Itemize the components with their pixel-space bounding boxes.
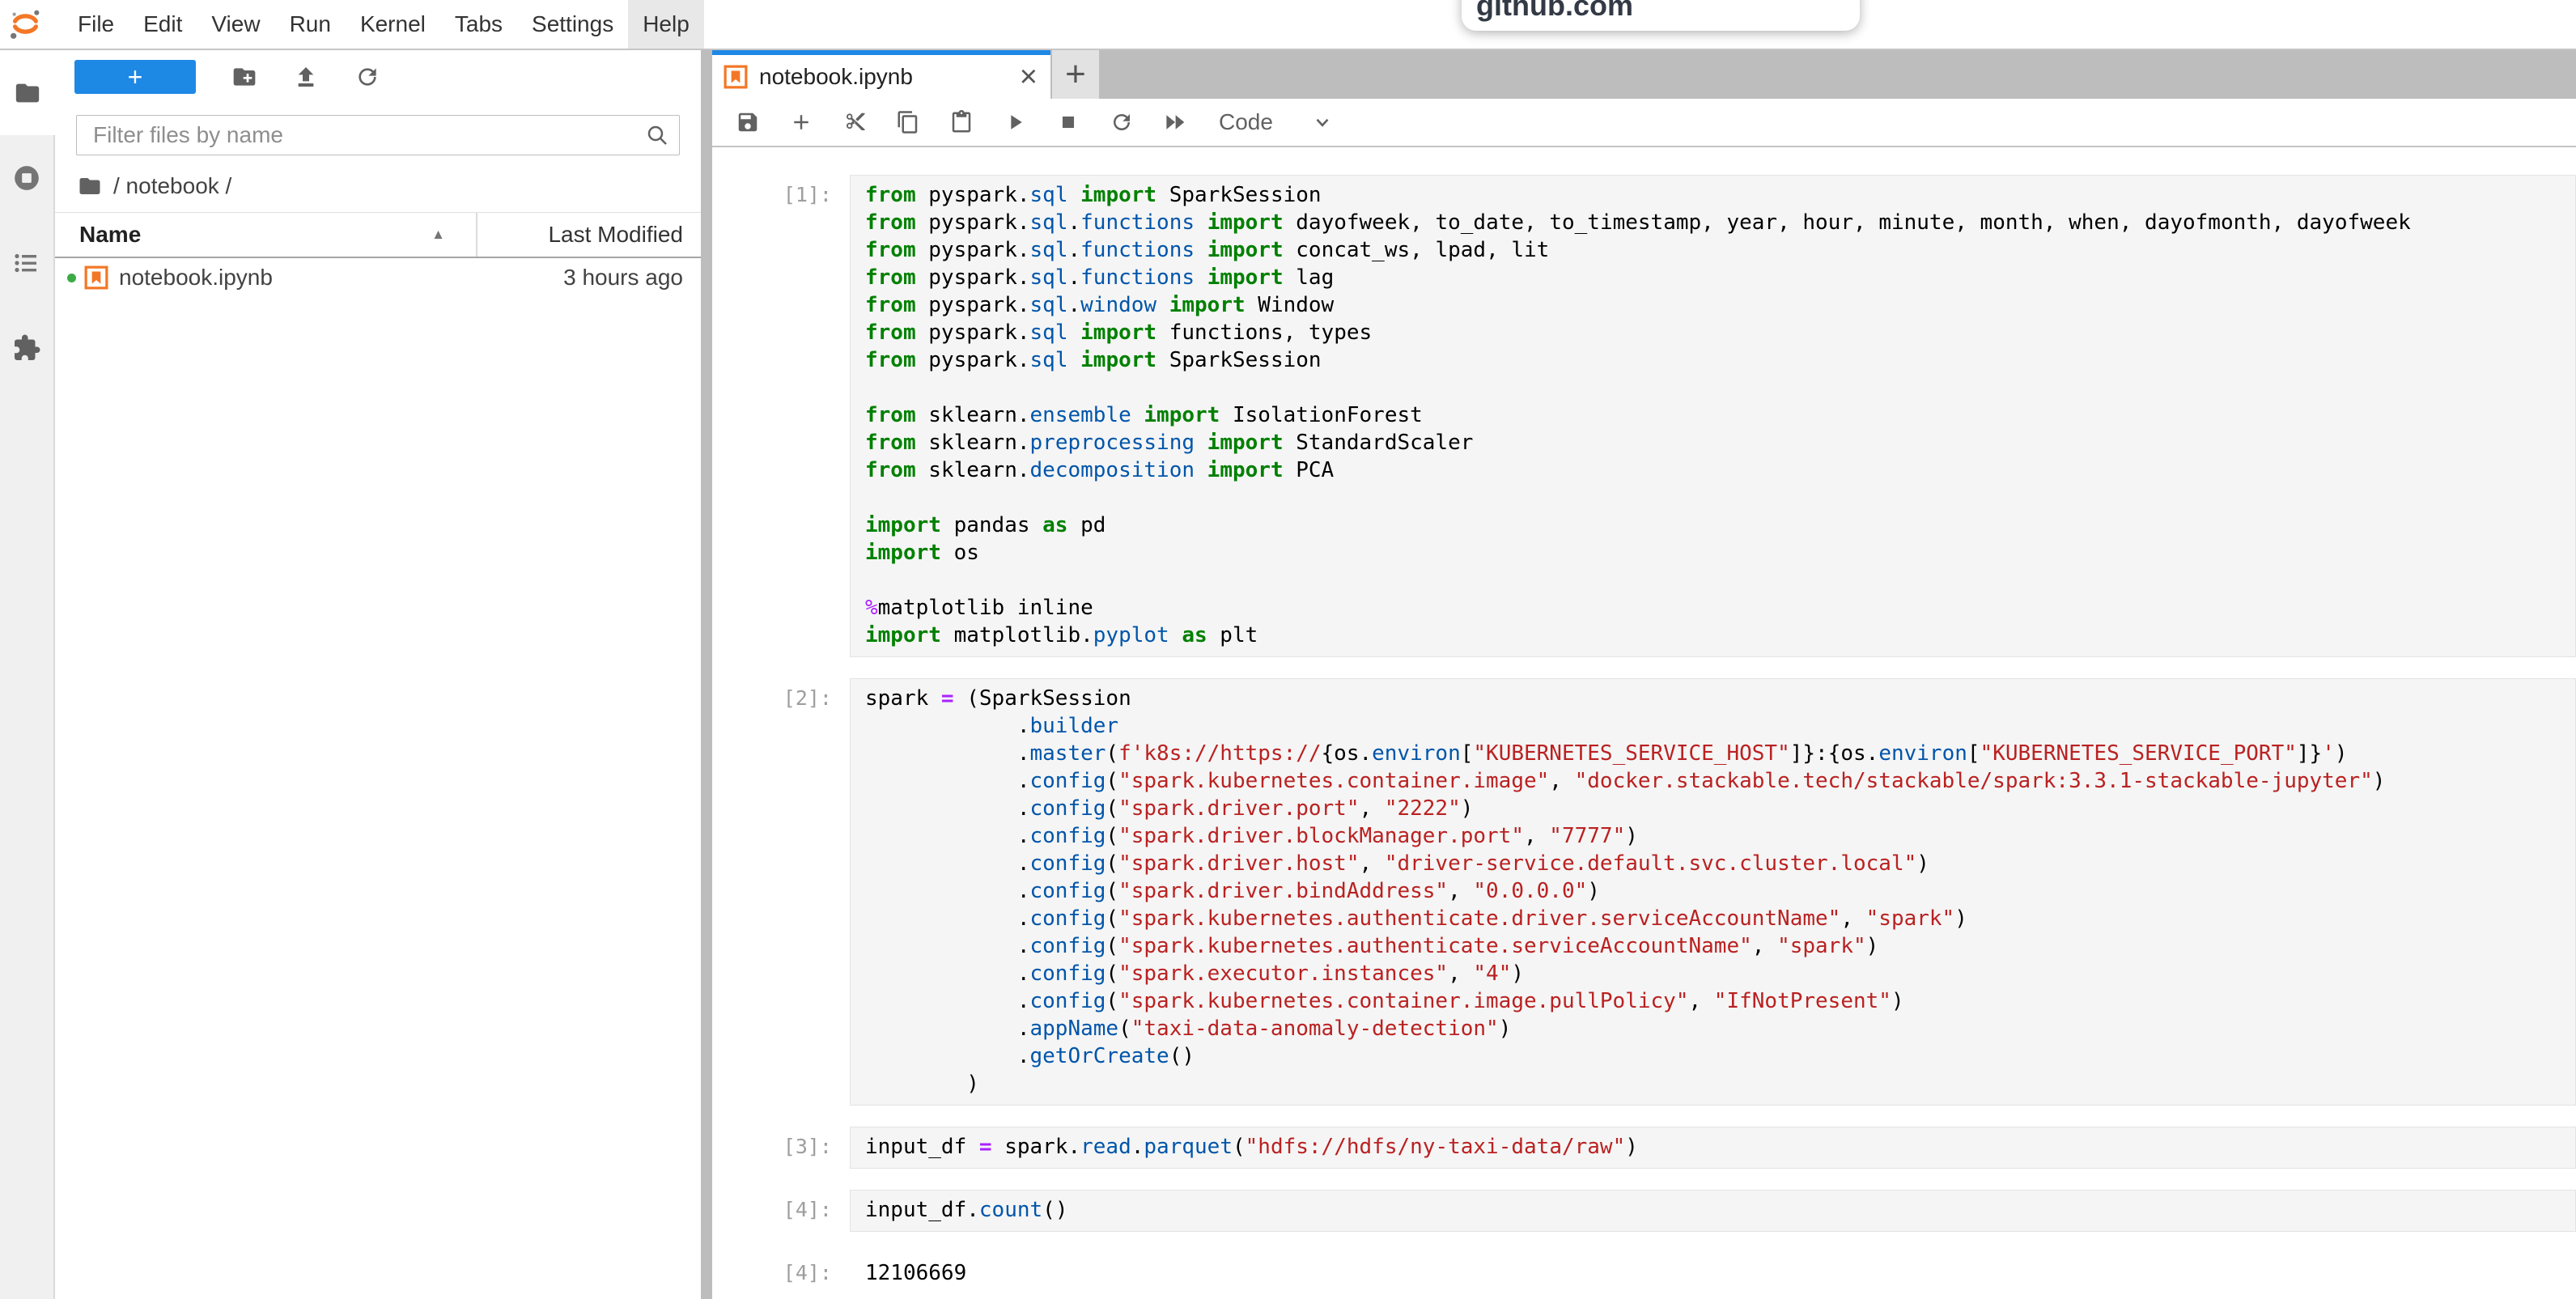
menu-help[interactable]: Help — [628, 0, 704, 49]
save-button[interactable] — [730, 104, 766, 141]
notebook-cell: [1]:from pyspark.sql import SparkSession… — [712, 175, 2576, 657]
cell-prompt: [3]: — [712, 1127, 850, 1169]
notebook-panel: notebook.ipynb × + — [712, 50, 2576, 1299]
menu-items: FileEditViewRunKernelTabsSettingsHelp — [63, 0, 704, 49]
menu-file[interactable]: File — [63, 0, 129, 49]
add-cell-button[interactable] — [783, 104, 819, 141]
breadcrumb-path: / notebook / — [113, 173, 231, 199]
refresh-icon — [354, 64, 380, 90]
file-filter-input[interactable] — [76, 115, 680, 155]
cell-prompt: [2]: — [712, 678, 850, 1106]
cut-cells-button[interactable] — [837, 104, 872, 141]
notebook-toolbar: Code — [712, 99, 2576, 147]
file-type-icon — [84, 265, 108, 290]
new-launcher-button[interactable]: + — [74, 60, 196, 94]
file-browser-toolbar: + — [55, 50, 701, 104]
jupyter-logo-icon — [8, 7, 42, 41]
cell-type-dropdown[interactable]: Code — [1219, 109, 1333, 135]
file-row[interactable]: notebook.ipynb3 hours ago — [55, 258, 701, 297]
menu-tabs[interactable]: Tabs — [440, 0, 517, 49]
column-header-last-modified[interactable]: Last Modified — [476, 213, 701, 257]
folder-icon — [78, 174, 102, 198]
new-folder-button[interactable] — [231, 64, 257, 90]
upload-icon — [293, 64, 319, 90]
notebook-file-icon — [724, 65, 748, 89]
output-text: 12106669 — [850, 1253, 2576, 1285]
sort-ascending-icon: ▲ — [431, 227, 445, 243]
popup-site-label: github.com — [1476, 0, 1633, 23]
toc-icon — [13, 249, 40, 277]
run-button[interactable] — [997, 104, 1033, 141]
sidebar-tab-extension-manager[interactable] — [0, 305, 53, 390]
main-area: + — [0, 50, 2576, 1299]
new-tab-button[interactable]: + — [1052, 50, 1099, 99]
stop-button[interactable] — [1050, 104, 1086, 141]
refresh-file-list-button[interactable] — [354, 64, 380, 90]
copy-icon — [896, 110, 920, 134]
cell-editor[interactable]: from pyspark.sql import SparkSessionfrom… — [850, 175, 2576, 657]
cell-type-label: Code — [1219, 109, 1273, 135]
menu-kernel[interactable]: Kernel — [346, 0, 440, 49]
folder-icon — [14, 79, 41, 107]
cell-prompt: [1]: — [712, 175, 850, 657]
tab-title: notebook.ipynb — [759, 64, 1008, 90]
file-name: notebook.ipynb — [119, 265, 563, 291]
tab-notebook[interactable]: notebook.ipynb × — [712, 50, 1050, 99]
new-folder-icon — [231, 64, 257, 90]
activity-bar — [0, 50, 55, 1299]
menu-run[interactable]: Run — [275, 0, 346, 49]
close-icon[interactable]: × — [1020, 62, 1038, 92]
breadcrumb[interactable]: / notebook / — [55, 155, 701, 212]
file-last-modified: 3 hours ago — [563, 265, 701, 291]
cell-prompt: [4]: — [712, 1190, 850, 1232]
restart-run-all-button[interactable] — [1157, 104, 1193, 141]
menu-settings[interactable]: Settings — [517, 0, 628, 49]
sidebar-tab-file-browser[interactable] — [0, 50, 55, 135]
notebook-cell: [4]:input_df.count() — [712, 1190, 2576, 1232]
notebook-cell: [2]:spark = (SparkSession .builder .mast… — [712, 678, 2576, 1106]
save-icon — [736, 110, 760, 134]
puzzle-icon — [12, 333, 41, 363]
file-list: notebook.ipynb3 hours ago — [55, 258, 701, 297]
search-icon — [644, 122, 670, 148]
sidebar-tab-table-of-contents[interactable] — [0, 220, 53, 305]
restart-icon — [1110, 110, 1134, 134]
cell-editor[interactable]: input_df = spark.read.parquet("hdfs://hd… — [850, 1127, 2576, 1169]
restart-kernel-button[interactable] — [1104, 104, 1139, 141]
fast-forward-icon — [1163, 110, 1187, 134]
sidebar-tab-running-sessions[interactable] — [0, 135, 53, 220]
menu-bar: FileEditViewRunKernelTabsSettingsHelp — [0, 0, 2576, 50]
kernel-running-dot — [67, 274, 76, 282]
cell-editor[interactable]: spark = (SparkSession .builder .master(f… — [850, 678, 2576, 1106]
upload-button[interactable] — [293, 64, 319, 90]
file-browser-panel: + — [55, 50, 701, 1299]
column-header-name[interactable]: Name ▲ — [55, 222, 476, 248]
output-prompt: [4]: — [712, 1253, 850, 1285]
running-icon — [12, 163, 41, 193]
notebook-file-icon — [84, 265, 108, 290]
notebook-content: [1]:from pyspark.sql import SparkSession… — [712, 147, 2576, 1299]
panel-splitter[interactable] — [701, 50, 712, 1299]
file-filter — [76, 115, 680, 155]
chevron-down-icon — [1312, 112, 1333, 133]
stop-icon — [1058, 112, 1079, 133]
file-list-header: Name ▲ Last Modified — [55, 212, 701, 258]
cell-list: [1]:from pyspark.sql import SparkSession… — [712, 175, 2576, 1232]
notebook-cell: [3]:input_df = spark.read.parquet("hdfs:… — [712, 1127, 2576, 1169]
dock-tab-bar: notebook.ipynb × + — [712, 50, 2576, 99]
menu-view[interactable]: View — [197, 0, 274, 49]
clipboard-icon — [949, 110, 974, 134]
paste-cells-button[interactable] — [944, 104, 979, 141]
run-icon — [1004, 111, 1026, 134]
copy-cells-button[interactable] — [890, 104, 926, 141]
menu-edit[interactable]: Edit — [129, 0, 197, 49]
cell-editor[interactable]: input_df.count() — [850, 1190, 2576, 1232]
browser-popup: github.com — [1462, 0, 1860, 31]
scissors-icon — [842, 110, 867, 134]
plus-icon — [789, 110, 813, 134]
cell-output-row: [4]: 12106669 — [712, 1253, 2576, 1285]
